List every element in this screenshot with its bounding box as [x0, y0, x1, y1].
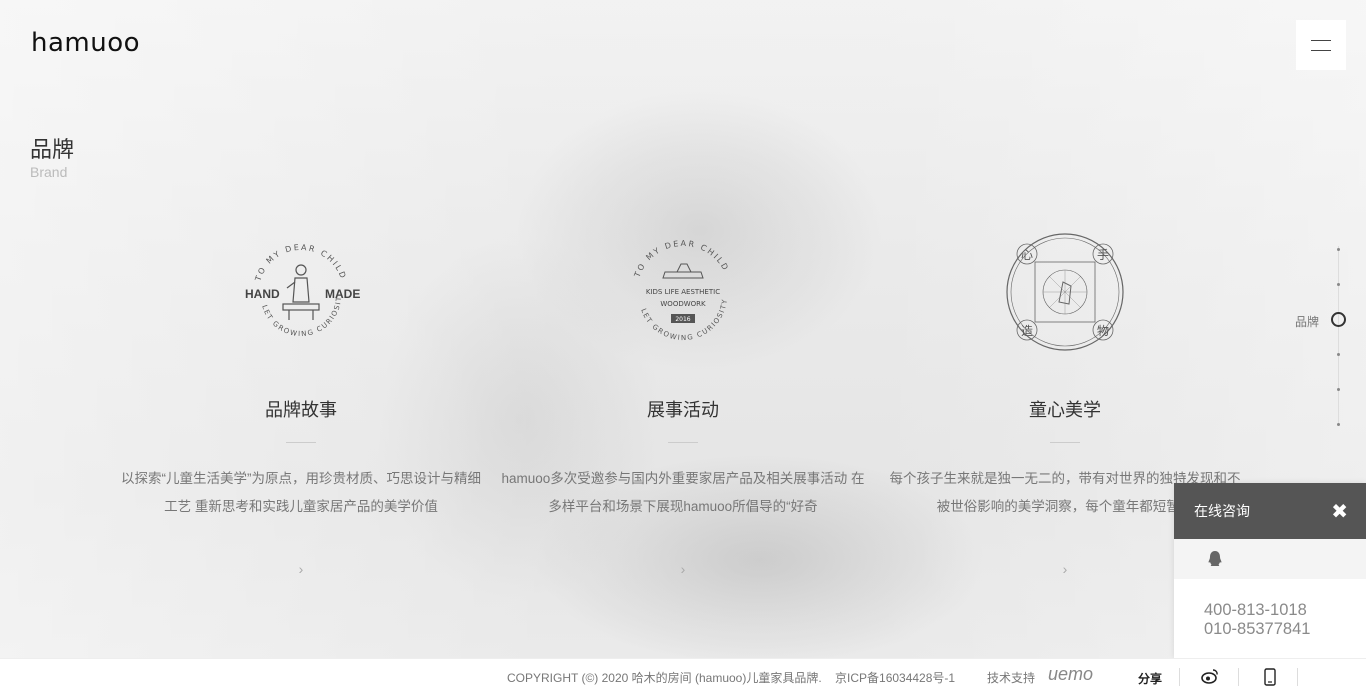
badge-top-text: TO MY DEAR CHILD [253, 243, 346, 283]
badge-line2-text: WOODWORK [660, 300, 706, 308]
seal-char-shou: 手 [1097, 248, 1109, 262]
office-phone: 010-85377841 [1204, 620, 1311, 638]
sidenav-dot[interactable] [1337, 423, 1340, 426]
card-title: 展事活动 [647, 400, 719, 420]
uemo-logo[interactable]: uemo [1048, 664, 1093, 685]
consult-header: 在线咨询 ✖ [1174, 483, 1366, 539]
close-icon[interactable]: ✖ [1331, 499, 1348, 524]
hand-made-badge: TO MY DEAR CHILD LET GROWING CURIOSITY H… [235, 224, 363, 354]
divider [1238, 668, 1239, 686]
badge-year-text: 2016 [675, 316, 690, 323]
card-title: 童心美学 [1029, 400, 1101, 420]
footer: COPYRIGHT (©) 2020 哈木的房间 (hamuoo)儿童家具品牌.… [0, 658, 1366, 694]
divider [1179, 668, 1180, 686]
badge-made-text: MADE [325, 287, 360, 301]
seal-char-zao: 造 [1021, 324, 1033, 338]
qq-contact[interactable] [1174, 539, 1366, 579]
section-sidenav [1330, 246, 1350, 430]
sidenav-dot[interactable] [1337, 283, 1340, 286]
consult-title: 在线咨询 [1194, 503, 1250, 519]
hamburger-icon-line [1311, 49, 1331, 51]
hotline-phone: 400-813-1018 [1204, 601, 1307, 619]
sidenav-dot[interactable] [1337, 388, 1340, 391]
chevron-right-icon[interactable]: › [111, 561, 491, 577]
consult-phones: 400-813-1018 010-85377841 [1174, 579, 1366, 639]
svg-text:TO MY DEAR CHILD: TO MY DEAR CHILD [632, 239, 730, 280]
sidenav-active-label: 品牌 [1295, 315, 1320, 329]
badge-hand-text: HAND [245, 287, 280, 301]
sidenav-dot[interactable] [1337, 353, 1340, 356]
brand-story-card[interactable]: TO MY DEAR CHILD LET GROWING CURIOSITY H… [111, 224, 491, 577]
hamuoo-logo[interactable]: hamuoo [31, 28, 140, 58]
card-description: hamuoo多次受邀参与国内外重要家居产品及相关展事活动 在多样平台和场景下展现… [501, 471, 865, 514]
divider [1297, 668, 1298, 686]
seal-char-wu: 物 [1097, 324, 1109, 338]
mobile-icon[interactable] [1264, 668, 1276, 691]
card-title: 品牌故事 [265, 400, 337, 420]
exhibitions-card[interactable]: TO MY DEAR CHILD LET GROWING CURIOSITY K… [493, 230, 873, 577]
woodwork-badge: TO MY DEAR CHILD LET GROWING CURIOSITY K… [621, 230, 745, 354]
badge-top-text: TO MY DEAR CHILD [632, 239, 728, 280]
copyright-text: COPYRIGHT (©) 2020 哈木的房间 (hamuoo)儿童家具品牌.… [507, 671, 956, 685]
tech-support-label: 技术支持 [987, 671, 1036, 685]
chevron-right-icon[interactable]: › [493, 561, 873, 577]
divider [286, 442, 316, 443]
seal-char-xin: 心 [1021, 248, 1033, 262]
seal-badge: 心 手 造 物 [1003, 230, 1127, 354]
section-title: 品牌 [30, 137, 75, 162]
sidenav-dot[interactable] [1337, 248, 1340, 251]
svg-text:TO MY DEAR CHILD: TO MY DEAR CHILD [253, 243, 348, 283]
divider [1050, 442, 1080, 443]
share-label: 分享 [1138, 672, 1163, 686]
sidenav-active-dot[interactable] [1331, 312, 1346, 327]
badge-line1-text: KIDS LIFE AESTHETIC [646, 288, 720, 296]
menu-button[interactable] [1296, 20, 1346, 70]
hamburger-icon [1311, 39, 1331, 41]
weibo-icon[interactable] [1201, 668, 1219, 689]
card-description: 以探索“儿童生活美学”为原点，用珍贵材质、巧思设计与精细工艺 重新思考和实践儿童… [121, 471, 481, 514]
online-consult-panel: 在线咨询 ✖ 400-813-1018 010-85377841 [1174, 483, 1366, 658]
qq-penguin-icon [1208, 551, 1222, 566]
sidenav-track [1338, 246, 1339, 426]
section-subtitle: Brand [30, 164, 68, 180]
divider [668, 442, 698, 443]
